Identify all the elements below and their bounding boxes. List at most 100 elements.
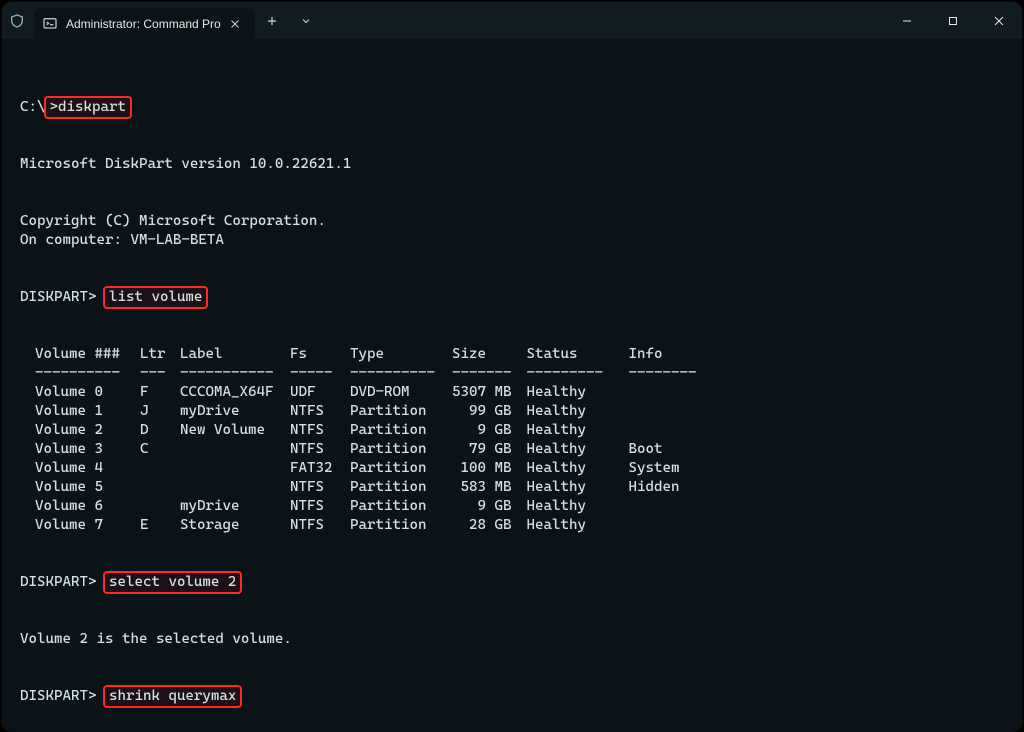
table-row: Volume 1JmyDriveNTFSPartition99 GBHealth… — [35, 402, 698, 421]
table-cell: NTFS — [290, 497, 350, 516]
titlebar-left: Administrator: Command Pro — [2, 2, 323, 39]
table-cell — [140, 459, 180, 478]
table-cell — [180, 478, 290, 497]
table-cell: DVD-ROM — [350, 383, 452, 402]
table-cell: Partition — [350, 478, 452, 497]
table-cell: System — [628, 459, 698, 478]
table-cell — [628, 402, 698, 421]
prompt-cmd: C:\ — [20, 99, 46, 115]
table-row: Volume 6 myDriveNTFSPartition9 GBHealthy — [35, 497, 698, 516]
table-row: Volume 3CNTFSPartition79 GBHealthyBoot — [35, 440, 698, 459]
tab-close-button[interactable] — [225, 14, 245, 34]
version-line: Microsoft DiskPart version 10.0.22621.1 — [20, 156, 351, 172]
maximize-button[interactable] — [930, 2, 976, 40]
table-cell: Partition — [350, 440, 452, 459]
col-info: Info — [628, 345, 698, 364]
table-row: Volume 7EStorageNTFSPartition28 GBHealth… — [35, 516, 698, 535]
table-cell: Boot — [628, 440, 698, 459]
diskpart-prompt: DISKPART> — [20, 574, 96, 590]
terminal-body[interactable]: C:\>diskpart Microsoft DiskPart version … — [2, 40, 1022, 732]
table-cell: Healthy — [526, 383, 628, 402]
table-cell — [140, 478, 180, 497]
table-cell: 100 MB — [452, 459, 526, 478]
tab-title: Administrator: Command Pro — [66, 17, 221, 31]
terminal-window: Administrator: Command Pro — [2, 2, 1022, 732]
table-cell — [628, 421, 698, 440]
terminal-icon — [42, 16, 58, 32]
table-cell: Volume 4 — [35, 459, 140, 478]
table-cell: NTFS — [290, 402, 350, 421]
col-type: Type — [350, 345, 452, 364]
table-dash-row: ---------- --- ----------- ----- -------… — [35, 364, 698, 383]
titlebar[interactable]: Administrator: Command Pro — [2, 2, 1022, 40]
active-tab[interactable]: Administrator: Command Pro — [34, 8, 255, 40]
table-cell: Healthy — [526, 497, 628, 516]
table-cell — [180, 440, 290, 459]
tab-dropdown-button[interactable] — [289, 15, 323, 27]
table-cell: Healthy — [526, 459, 628, 478]
table-cell: myDrive — [180, 402, 290, 421]
col-size: Size — [452, 345, 526, 364]
new-tab-button[interactable] — [255, 14, 289, 28]
table-row: Volume 2DNew VolumeNTFSPartition9 GBHeal… — [35, 421, 698, 440]
select-response: Volume 2 is the selected volume. — [20, 631, 292, 647]
table-cell: Volume 3 — [35, 440, 140, 459]
table-cell: Healthy — [526, 516, 628, 535]
table-cell: Healthy — [526, 440, 628, 459]
copyright-line: Copyright (C) Microsoft Corporation. — [20, 213, 326, 229]
window-controls — [884, 2, 1022, 40]
table-cell: Partition — [350, 459, 452, 478]
table-cell: F — [140, 383, 180, 402]
table-cell: NTFS — [290, 516, 350, 535]
table-cell: 99 GB — [452, 402, 526, 421]
table-cell: 9 GB — [452, 497, 526, 516]
table-cell: NTFS — [290, 478, 350, 497]
table-cell — [180, 459, 290, 478]
col-status: Status — [526, 345, 628, 364]
diskpart-prompt: DISKPART> — [20, 688, 96, 704]
app-icon — [8, 12, 26, 30]
table-cell: Volume 1 — [35, 402, 140, 421]
table-cell — [628, 497, 698, 516]
table-cell: NTFS — [290, 440, 350, 459]
table-cell: Volume 7 — [35, 516, 140, 535]
table-cell: CCCOMA_X64F — [180, 383, 290, 402]
col-ltr: Ltr — [140, 345, 180, 364]
table-row: Volume 5 NTFSPartition583 MBHealthyHidden — [35, 478, 698, 497]
close-button[interactable] — [976, 2, 1022, 40]
cmd-diskpart: >diskpart — [46, 98, 130, 117]
table-cell — [140, 497, 180, 516]
table-cell: 5307 MB — [452, 383, 526, 402]
table-cell: J — [140, 402, 180, 421]
table-cell: Healthy — [526, 478, 628, 497]
table-cell: UDF — [290, 383, 350, 402]
table-cell: FAT32 — [290, 459, 350, 478]
table-cell — [628, 383, 698, 402]
table-cell: Volume 6 — [35, 497, 140, 516]
table-cell: 583 MB — [452, 478, 526, 497]
table-cell: Partition — [350, 516, 452, 535]
volume-table: Volume ### Ltr Label Fs Type Size Status… — [35, 345, 698, 535]
table-cell: 28 GB — [452, 516, 526, 535]
table-cell: Partition — [350, 421, 452, 440]
table-row: Volume 0FCCCOMA_X64FUDFDVD-ROM5307 MBHea… — [35, 383, 698, 402]
table-cell: Hidden — [628, 478, 698, 497]
table-row: Volume 4 FAT32Partition100 MBHealthySyste… — [35, 459, 698, 478]
table-cell: Volume 5 — [35, 478, 140, 497]
cmd-select-volume: select volume 2 — [105, 573, 240, 592]
table-cell: New Volume — [180, 421, 290, 440]
table-cell: 9 GB — [452, 421, 526, 440]
table-cell: C — [140, 440, 180, 459]
table-cell: Partition — [350, 497, 452, 516]
cmd-shrink-querymax: shrink querymax — [105, 687, 240, 706]
table-header-row: Volume ### Ltr Label Fs Type Size Status… — [35, 345, 698, 364]
minimize-button[interactable] — [884, 2, 930, 40]
diskpart-prompt: DISKPART> — [20, 289, 96, 305]
table-cell — [628, 516, 698, 535]
computer-line: On computer: VM-LAB-BETA — [20, 232, 224, 248]
table-cell: Healthy — [526, 421, 628, 440]
col-label: Label — [180, 345, 290, 364]
table-cell: Partition — [350, 402, 452, 421]
table-cell: myDrive — [180, 497, 290, 516]
table-cell: Storage — [180, 516, 290, 535]
